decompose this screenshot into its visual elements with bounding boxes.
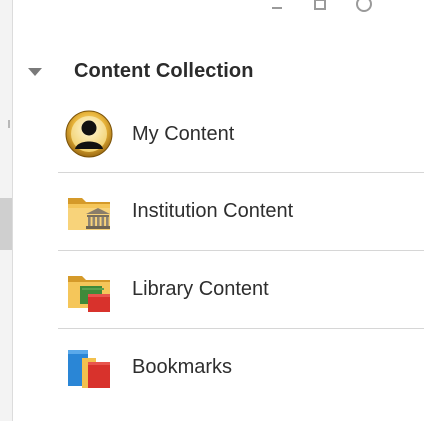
minimize-icon[interactable] <box>270 0 284 11</box>
library-folder-icon <box>58 264 120 314</box>
bookmarks-icon <box>58 342 120 392</box>
content-collection-header[interactable]: Content Collection <box>28 56 254 86</box>
section-title: Content Collection <box>74 59 254 82</box>
content-collection-panel: Content Collection My Content Institutio… <box>0 0 424 421</box>
chevron-down-icon[interactable] <box>28 68 42 76</box>
institution-folder-icon <box>58 186 120 236</box>
content-collection-menu: My Content Institution Content Library C… <box>58 96 424 406</box>
scrollbar-thumb[interactable] <box>0 198 12 250</box>
maximize-icon[interactable] <box>314 0 326 10</box>
window-controls <box>270 0 372 14</box>
menu-item-bookmarks[interactable]: Bookmarks <box>58 328 424 406</box>
menu-item-my-content[interactable]: My Content <box>58 96 424 172</box>
user-avatar-icon <box>58 109 120 159</box>
menu-item-label: Institution Content <box>132 199 294 222</box>
menu-item-label: Library Content <box>132 277 269 300</box>
menu-item-library-content[interactable]: Library Content <box>58 250 424 328</box>
menu-item-institution-content[interactable]: Institution Content <box>58 172 424 250</box>
menu-item-label: My Content <box>132 122 235 145</box>
left-scrollbar[interactable] <box>0 0 13 421</box>
scrollbar-tick <box>8 120 10 128</box>
menu-item-label: Bookmarks <box>132 355 233 378</box>
help-icon[interactable] <box>356 0 372 12</box>
